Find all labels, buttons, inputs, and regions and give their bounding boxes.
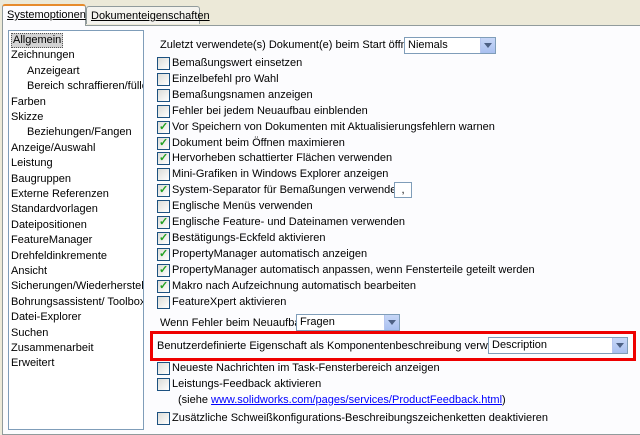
- news-checkbox[interactable]: [157, 362, 170, 375]
- option-label: Einzelbefehl pro Wahl: [172, 72, 279, 85]
- start-docs-row: Zuletzt verwendete(s) Dokument(e) beim S…: [160, 37, 422, 53]
- option-checkbox[interactable]: [157, 135, 170, 151]
- weld-label: Zusätzliche Schweißkonfigurations-Beschr…: [172, 412, 549, 424]
- tree-item[interactable]: Anzeige/Auswahl: [11, 141, 95, 156]
- rebuild-error-label: Wenn Fehler beim Neuaufbau:: [160, 317, 310, 329]
- chevron-down-icon[interactable]: [480, 38, 495, 53]
- option-label: Bemaßungswert einsetzen: [172, 57, 303, 69]
- option-checkbox[interactable]: [157, 295, 170, 309]
- tree-item[interactable]: FeatureManager: [11, 233, 92, 248]
- tab-label: Systemoptionen: [7, 9, 86, 21]
- tree-item[interactable]: Farben: [11, 95, 46, 110]
- option-label: FeatureXpert aktivieren: [172, 295, 287, 308]
- chevron-down-icon[interactable]: [612, 338, 627, 353]
- tree-item[interactable]: Zeichnungen: [11, 48, 75, 63]
- feedback-note-suffix: ): [502, 394, 506, 406]
- tree-item[interactable]: Leistung: [11, 156, 53, 171]
- custom-property-value: Description: [492, 339, 548, 351]
- tab-strip: Systemoptionen Dokumenteigenschaften: [2, 4, 638, 26]
- feedback-checkbox[interactable]: [157, 378, 170, 391]
- option-label: Hervorheben schattierter Flächen verwend…: [172, 152, 393, 165]
- option-checkbox[interactable]: [157, 104, 170, 118]
- option-checkbox[interactable]: [157, 57, 170, 70]
- tree-item[interactable]: Allgemein: [11, 33, 64, 48]
- option-label: Englische Feature- und Dateinamen verwen…: [172, 216, 405, 228]
- tree-item[interactable]: Zusammenarbeit: [11, 341, 94, 356]
- option-checkbox[interactable]: [157, 262, 170, 278]
- option-checkbox[interactable]: [157, 150, 170, 166]
- custom-property-row: Benutzerdefinierte Eigenschaft als Kompo…: [157, 338, 518, 354]
- tab-systemoptionen[interactable]: Systemoptionen: [2, 4, 86, 26]
- option-label: Bestätigungs-Eckfeld aktivieren: [172, 231, 326, 244]
- weld-checkbox[interactable]: [157, 412, 170, 425]
- tree-item[interactable]: Standardvorlagen: [11, 202, 98, 217]
- start-docs-label: Zuletzt verwendete(s) Dokument(e) beim S…: [160, 39, 423, 51]
- option-label: PropertyManager automatisch anpassen, we…: [172, 263, 535, 276]
- separator-value: ,: [401, 184, 405, 196]
- chevron-down-icon[interactable]: [384, 315, 399, 330]
- tab-dokumenteigenschaften[interactable]: Dokumenteigenschaften: [86, 6, 210, 24]
- tab-label: Dokumenteigenschaften: [91, 10, 210, 22]
- option-checkbox[interactable]: [157, 230, 170, 246]
- option-label: Mini-Grafiken in Windows Explorer anzeig…: [172, 168, 389, 181]
- option-checkbox[interactable]: [157, 72, 170, 86]
- option-checkbox[interactable]: [157, 168, 170, 182]
- start-docs-select[interactable]: Niemals: [404, 37, 496, 54]
- tree-item[interactable]: Datei-Explorer: [11, 310, 81, 325]
- rebuild-error-select[interactable]: Fragen: [296, 314, 400, 331]
- option-checkbox[interactable]: [157, 200, 170, 214]
- option-checkbox[interactable]: [157, 119, 170, 135]
- rebuild-error-row: Wenn Fehler beim Neuaufbau:: [160, 315, 310, 331]
- option-label: PropertyManager automatisch anzeigen: [172, 247, 368, 260]
- option-checkbox[interactable]: [157, 182, 170, 198]
- tree-item[interactable]: Skizze: [11, 110, 43, 125]
- news-label: Neueste Nachrichten im Task-Fensterberei…: [172, 362, 440, 374]
- tree-item[interactable]: Drehfeldinkremente: [11, 249, 107, 264]
- custom-property-select[interactable]: Description: [488, 337, 628, 354]
- feedback-label: Leistungs-Feedback aktivieren: [172, 378, 322, 390]
- start-docs-value: Niemals: [408, 39, 448, 51]
- tree-item[interactable]: Suchen: [11, 326, 48, 341]
- tree-item[interactable]: Externe Referenzen: [11, 187, 109, 202]
- tree-item[interactable]: Baugruppen: [11, 172, 71, 187]
- option-checkbox[interactable]: [157, 278, 170, 294]
- rebuild-error-value: Fragen: [300, 316, 335, 328]
- option-label: Englische Menüs verwenden: [172, 200, 313, 213]
- feedback-note: (siehe www.solidworks.com/pages/services…: [178, 392, 506, 408]
- tree-item[interactable]: Sicherungen/Wiederhersteller: [11, 279, 143, 294]
- category-tree[interactable]: Allgemein Zeichnungen Anzeigeart Bereich sc…: [8, 30, 144, 430]
- tree-item[interactable]: Ansicht: [11, 264, 47, 279]
- option-label: Vor Speichern von Dokumenten mit Aktuali…: [172, 120, 495, 133]
- tree-item[interactable]: Dateipositionen: [11, 218, 87, 233]
- feedback-note-prefix: (siehe: [178, 394, 212, 406]
- tree-item[interactable]: Erweitert: [11, 356, 54, 371]
- tree-item[interactable]: Bereich schraffieren/füller: [27, 79, 143, 94]
- option-label: System-Separator für Bemaßungen verwende…: [172, 184, 403, 197]
- option-checkbox[interactable]: [157, 88, 170, 102]
- option-checkbox[interactable]: [157, 246, 170, 262]
- separator-field[interactable]: ,: [394, 182, 412, 198]
- tree-item[interactable]: Beziehungen/Fangen: [27, 125, 132, 140]
- option-label: Makro nach Aufzeichnung automatisch bear…: [172, 279, 416, 292]
- option-label: Fehler bei jedem Neuaufbau einblenden: [172, 104, 368, 117]
- product-feedback-link[interactable]: www.solidworks.com/pages/services/Produc…: [211, 394, 502, 406]
- custom-property-label: Benutzerdefinierte Eigenschaft als Kompo…: [157, 340, 519, 352]
- option-checkbox[interactable]: [157, 214, 170, 230]
- option-label: Bemaßungsnamen anzeigen: [172, 88, 313, 101]
- tree-item[interactable]: Bohrungsassistent/ Toolbox: [11, 295, 143, 310]
- tree-item[interactable]: Anzeigeart: [27, 64, 80, 79]
- option-label: Dokument beim Öffnen maximieren: [172, 136, 345, 149]
